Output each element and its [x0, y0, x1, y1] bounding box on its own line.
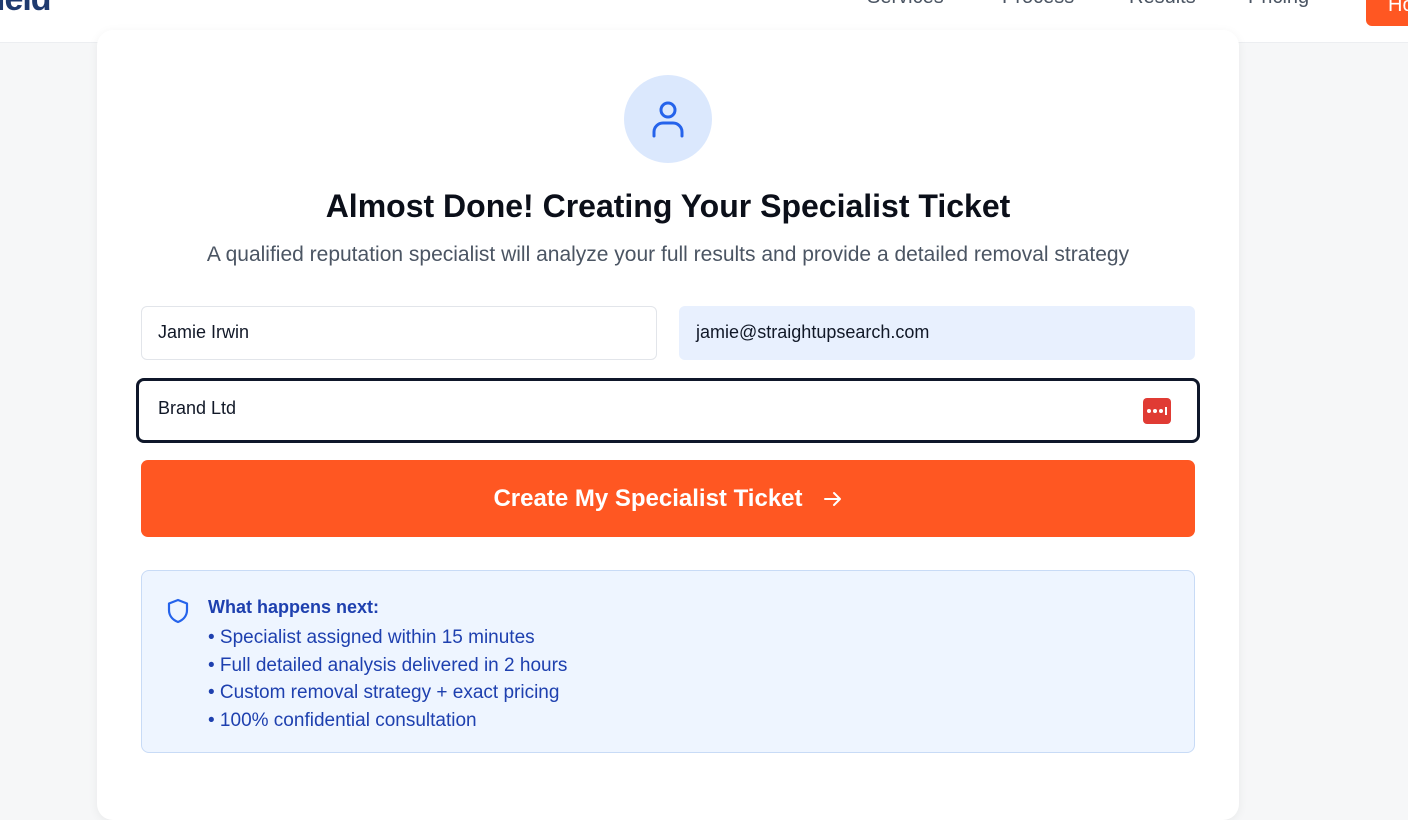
next-steps-title: What happens next:: [208, 597, 380, 617]
page-subtitle: A qualified reputation specialist will a…: [206, 243, 1130, 266]
name-field[interactable]: Jamie Irwin: [141, 306, 657, 360]
company-field-value: Brand Ltd: [158, 398, 237, 418]
next-steps-list: • Specialist assigned within 15 minutes …: [208, 624, 567, 734]
list-item: • Custom removal strategy + exact pricin…: [208, 682, 560, 703]
company-field[interactable]: Brand Ltd: [136, 378, 1200, 443]
password-manager-icon[interactable]: [1143, 398, 1171, 424]
nav-link-results[interactable]: Results: [1129, 0, 1196, 9]
arrow-right-icon: [823, 491, 841, 506]
create-ticket-button-label: Create My Specialist Ticket: [493, 484, 803, 512]
list-item: • 100% confidential consultation: [208, 709, 477, 731]
site-logo[interactable]: ield: [0, 0, 52, 19]
nav-cta-button[interactable]: Ho: [1366, 0, 1408, 26]
list-item: • Full detailed analysis delivered in 2 …: [208, 654, 568, 676]
email-field[interactable]: jamie@straightupsearch.com: [679, 306, 1195, 360]
dots-icon: [1147, 407, 1167, 415]
create-ticket-button[interactable]: Create My Specialist Ticket: [141, 460, 1195, 537]
user-icon: [652, 101, 684, 138]
avatar: [624, 75, 712, 163]
page-title: Almost Done! Creating Your Specialist Ti…: [325, 188, 1011, 224]
next-steps-panel: What happens next: • Specialist assigned…: [141, 570, 1195, 753]
nav-link-services[interactable]: Services: [867, 0, 944, 9]
nav-link-process[interactable]: Process: [1002, 0, 1074, 9]
list-item: • Specialist assigned within 15 minutes: [208, 627, 535, 648]
nav-link-pricing[interactable]: Pricing: [1248, 0, 1309, 9]
shield-icon: [167, 598, 189, 624]
